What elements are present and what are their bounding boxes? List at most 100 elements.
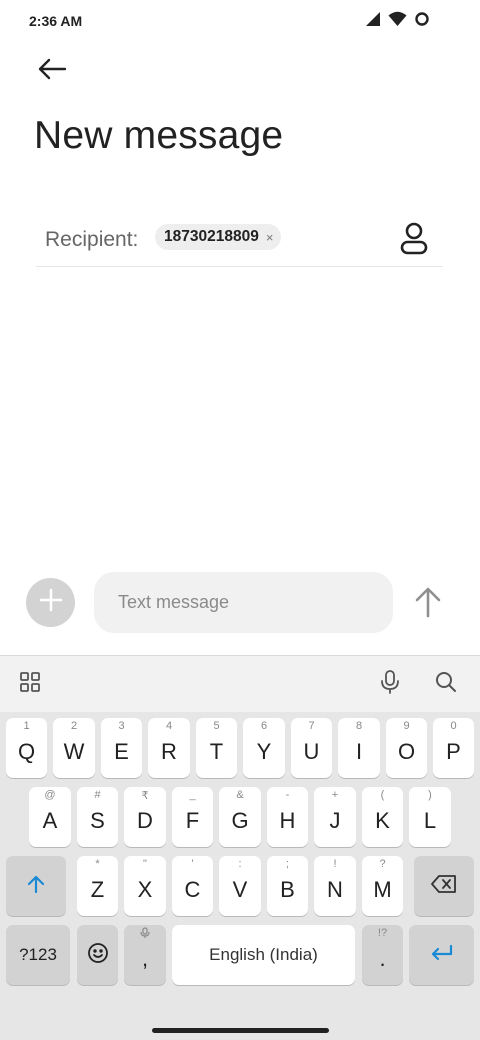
key-r[interactable]: 4R — [148, 718, 190, 778]
key-hint: ) — [428, 789, 432, 801]
space-key-label: English (India) — [209, 945, 318, 964]
key-hint: 6 — [260, 720, 268, 732]
key-hint: ' — [191, 858, 194, 870]
key-hint: ( — [380, 789, 385, 801]
key-e[interactable]: 3E — [101, 718, 142, 778]
key-label: X — [137, 877, 153, 902]
shift-arrow-icon — [26, 874, 46, 899]
key-w[interactable]: 2W — [53, 718, 95, 778]
key-x[interactable]: " X — [124, 856, 166, 916]
key-label: D — [137, 808, 153, 833]
key-hint: 9 — [403, 720, 410, 732]
key-label: F — [185, 808, 200, 833]
key-b[interactable]: ; B — [267, 856, 308, 916]
keyboard-toolbar — [0, 656, 480, 712]
key-hint: # — [94, 789, 101, 801]
cellular-signal-icon — [365, 11, 381, 32]
key-hint: ; — [285, 858, 290, 870]
key-label: V — [232, 877, 248, 902]
key-hint: ? — [379, 858, 386, 870]
key-i[interactable]: 8I — [338, 718, 380, 778]
key-hint: + — [331, 789, 339, 801]
key-z[interactable]: * Z — [77, 856, 118, 916]
key-label: I — [355, 739, 363, 764]
microphone-icon — [379, 669, 401, 700]
key-o[interactable]: 9O — [386, 718, 427, 778]
key-h[interactable]: -H — [267, 787, 308, 847]
voice-input-button[interactable] — [376, 669, 404, 700]
key-j[interactable]: + J — [314, 787, 356, 847]
wifi-icon — [388, 11, 407, 32]
key-label: R — [161, 739, 177, 764]
key-hint: 1 — [23, 720, 30, 732]
key-t[interactable]: 5T — [196, 718, 237, 778]
key-label: W — [63, 739, 85, 764]
key-l[interactable]: ) L — [409, 787, 451, 847]
key-label: Y — [256, 739, 272, 764]
emoji-key[interactable] — [77, 925, 118, 985]
key-label: H — [279, 808, 296, 833]
key-u[interactable]: 7U — [291, 718, 332, 778]
grid-apps-icon — [19, 671, 41, 698]
backspace-key[interactable] — [414, 856, 474, 916]
key-q[interactable]: 1Q — [6, 718, 47, 778]
key-c[interactable]: ' C — [172, 856, 213, 916]
key-k[interactable]: (K — [362, 787, 403, 847]
key-f[interactable]: _ F — [172, 787, 213, 847]
key-s[interactable]: # S — [77, 787, 118, 847]
period-key-label: . — [379, 946, 386, 971]
attach-button[interactable] — [26, 578, 75, 627]
key-hint: 0 — [450, 720, 457, 732]
keyboard: 1Q 2W 3E 4R 5T 6Y 7U 8I 9O 0P @ A # S ₹ D _… — [0, 655, 480, 1020]
search-icon — [434, 670, 458, 699]
key-hint: 2 — [70, 720, 78, 732]
key-hint: ₹ — [141, 790, 149, 802]
key-m[interactable]: ? M — [362, 856, 403, 916]
contact-picker-button[interactable] — [399, 222, 429, 256]
key-hint: & — [236, 789, 244, 801]
key-hint: 8 — [355, 720, 363, 732]
key-hint: 7 — [308, 720, 315, 732]
key-hint: - — [285, 789, 290, 801]
home-indicator[interactable] — [152, 1028, 329, 1033]
comma-key-label: , — [141, 946, 149, 971]
microphone-icon — [124, 927, 166, 942]
key-hint: " — [143, 858, 147, 870]
key-label: T — [209, 739, 224, 764]
key-y[interactable]: 6Y — [243, 718, 285, 778]
key-a[interactable]: @ A — [29, 787, 71, 847]
key-label: B — [280, 877, 295, 902]
page-title: New message — [34, 114, 284, 157]
enter-key[interactable] — [409, 925, 474, 985]
keyboard-apps-button[interactable] — [16, 670, 44, 698]
key-label: A — [42, 808, 58, 833]
key-label: K — [375, 808, 390, 833]
comma-key[interactable]: , — [124, 925, 166, 985]
key-label: P — [446, 739, 461, 764]
recipient-row: Recipient: 18730218809 × — [36, 213, 443, 267]
remove-recipient-icon[interactable]: × — [266, 231, 274, 244]
message-input[interactable] — [94, 572, 393, 633]
key-v[interactable]: :V — [219, 856, 261, 916]
key-p[interactable]: 0P — [433, 718, 474, 778]
key-label: S — [90, 808, 105, 833]
emoji-icon — [87, 942, 109, 969]
period-key[interactable]: !? . — [362, 925, 403, 985]
key-hint: 4 — [165, 720, 173, 732]
symbols-key[interactable]: ?123 — [6, 925, 70, 985]
key-d[interactable]: ₹ D — [124, 787, 166, 847]
keyboard-search-button[interactable] — [432, 670, 460, 698]
send-button[interactable] — [412, 584, 444, 620]
symbols-key-label: ?123 — [19, 945, 57, 964]
recipient-chip[interactable]: 18730218809 × — [155, 224, 282, 250]
key-hint: _ — [189, 789, 196, 801]
shift-key[interactable] — [6, 856, 66, 916]
status-time: 2:36 AM — [29, 13, 83, 29]
back-button[interactable] — [30, 54, 74, 88]
status-icons — [365, 11, 430, 32]
key-label: Z — [90, 877, 105, 902]
key-g[interactable]: & G — [219, 787, 261, 847]
key-n[interactable]: ! N — [314, 856, 356, 916]
space-key[interactable]: English (India) — [172, 925, 355, 985]
recipient-chip-number: 18730218809 — [164, 228, 259, 245]
